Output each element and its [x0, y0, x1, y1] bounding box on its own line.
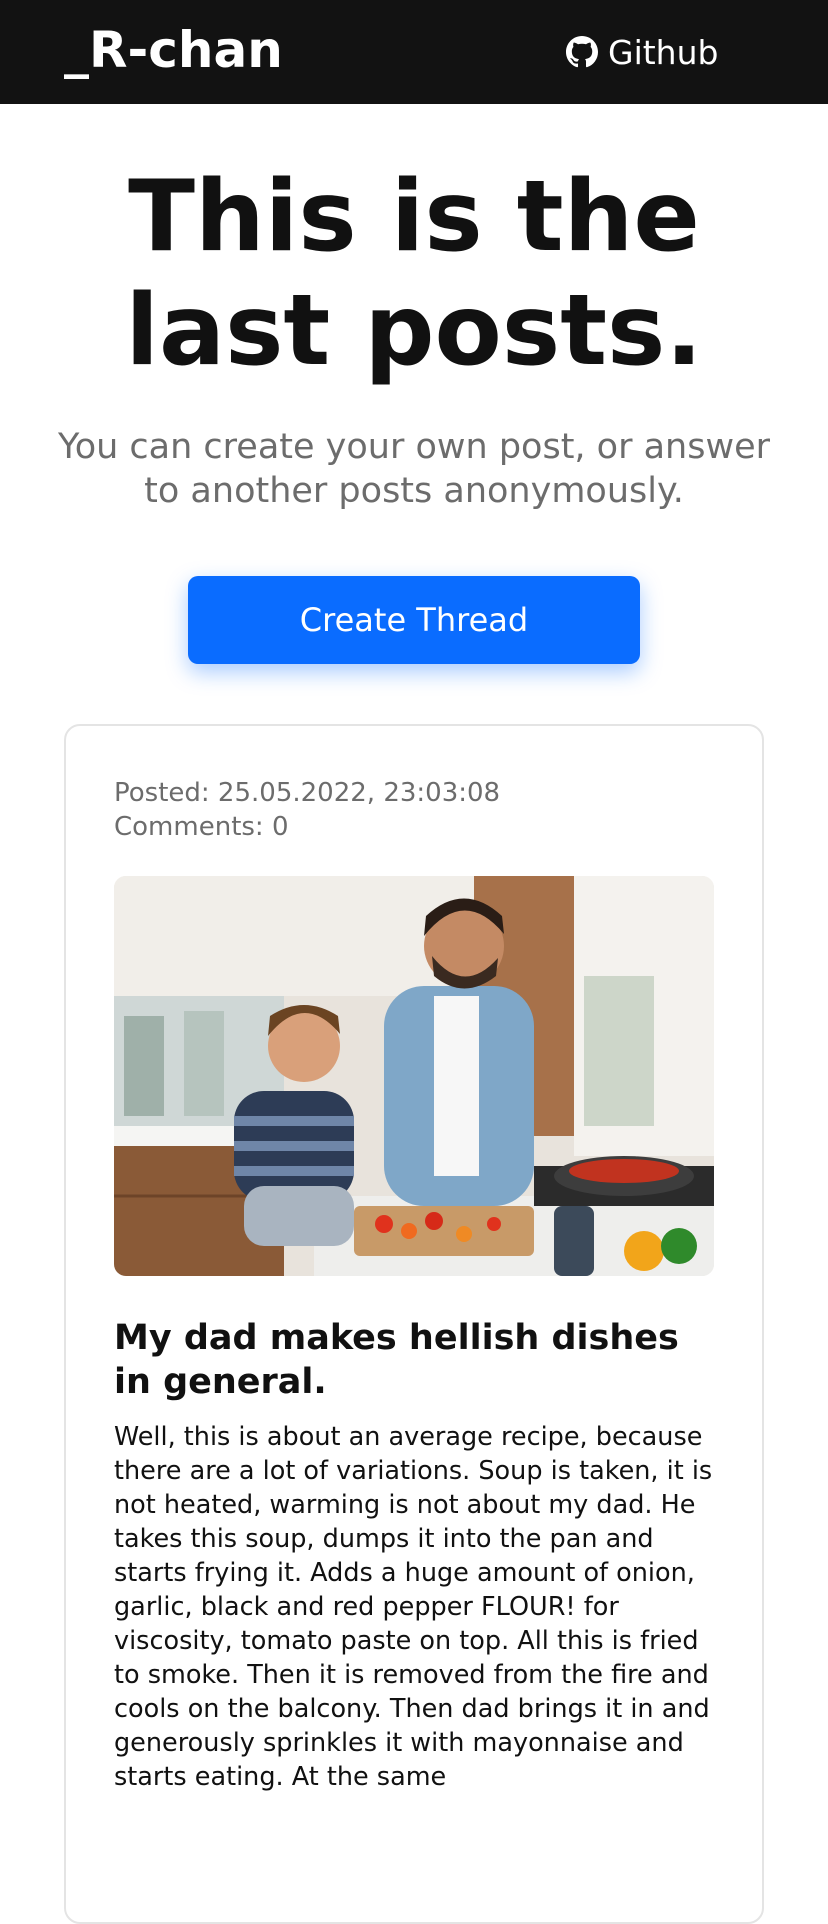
github-label: Github — [608, 32, 719, 72]
create-thread-button[interactable]: Create Thread — [188, 576, 640, 664]
post-title[interactable]: My dad makes hellish dishes in general. — [114, 1316, 714, 1404]
post-comment-count: Comments: 0 — [114, 812, 289, 842]
post-card[interactable]: Posted: 25.05.2022, 23:03:08 Comments: 0 — [64, 724, 764, 1924]
post-body: Well, this is about an average recipe, b… — [114, 1422, 713, 1792]
github-icon — [566, 36, 598, 68]
page-subtitle: You can create your own post, or answer … — [57, 427, 771, 511]
post-date: Posted: 25.05.2022, 23:03:08 — [114, 778, 501, 808]
brand-logo-link[interactable]: _R-chan — [64, 20, 283, 80]
post-image[interactable] — [114, 876, 714, 1276]
github-link[interactable]: Github — [566, 28, 718, 76]
page-title: This is the last posts. — [125, 160, 703, 388]
navbar: _R-chan Github — [0, 0, 828, 104]
post-meta: Posted: 25.05.2022, 23:03:08 Comments: 0 — [114, 776, 500, 844]
